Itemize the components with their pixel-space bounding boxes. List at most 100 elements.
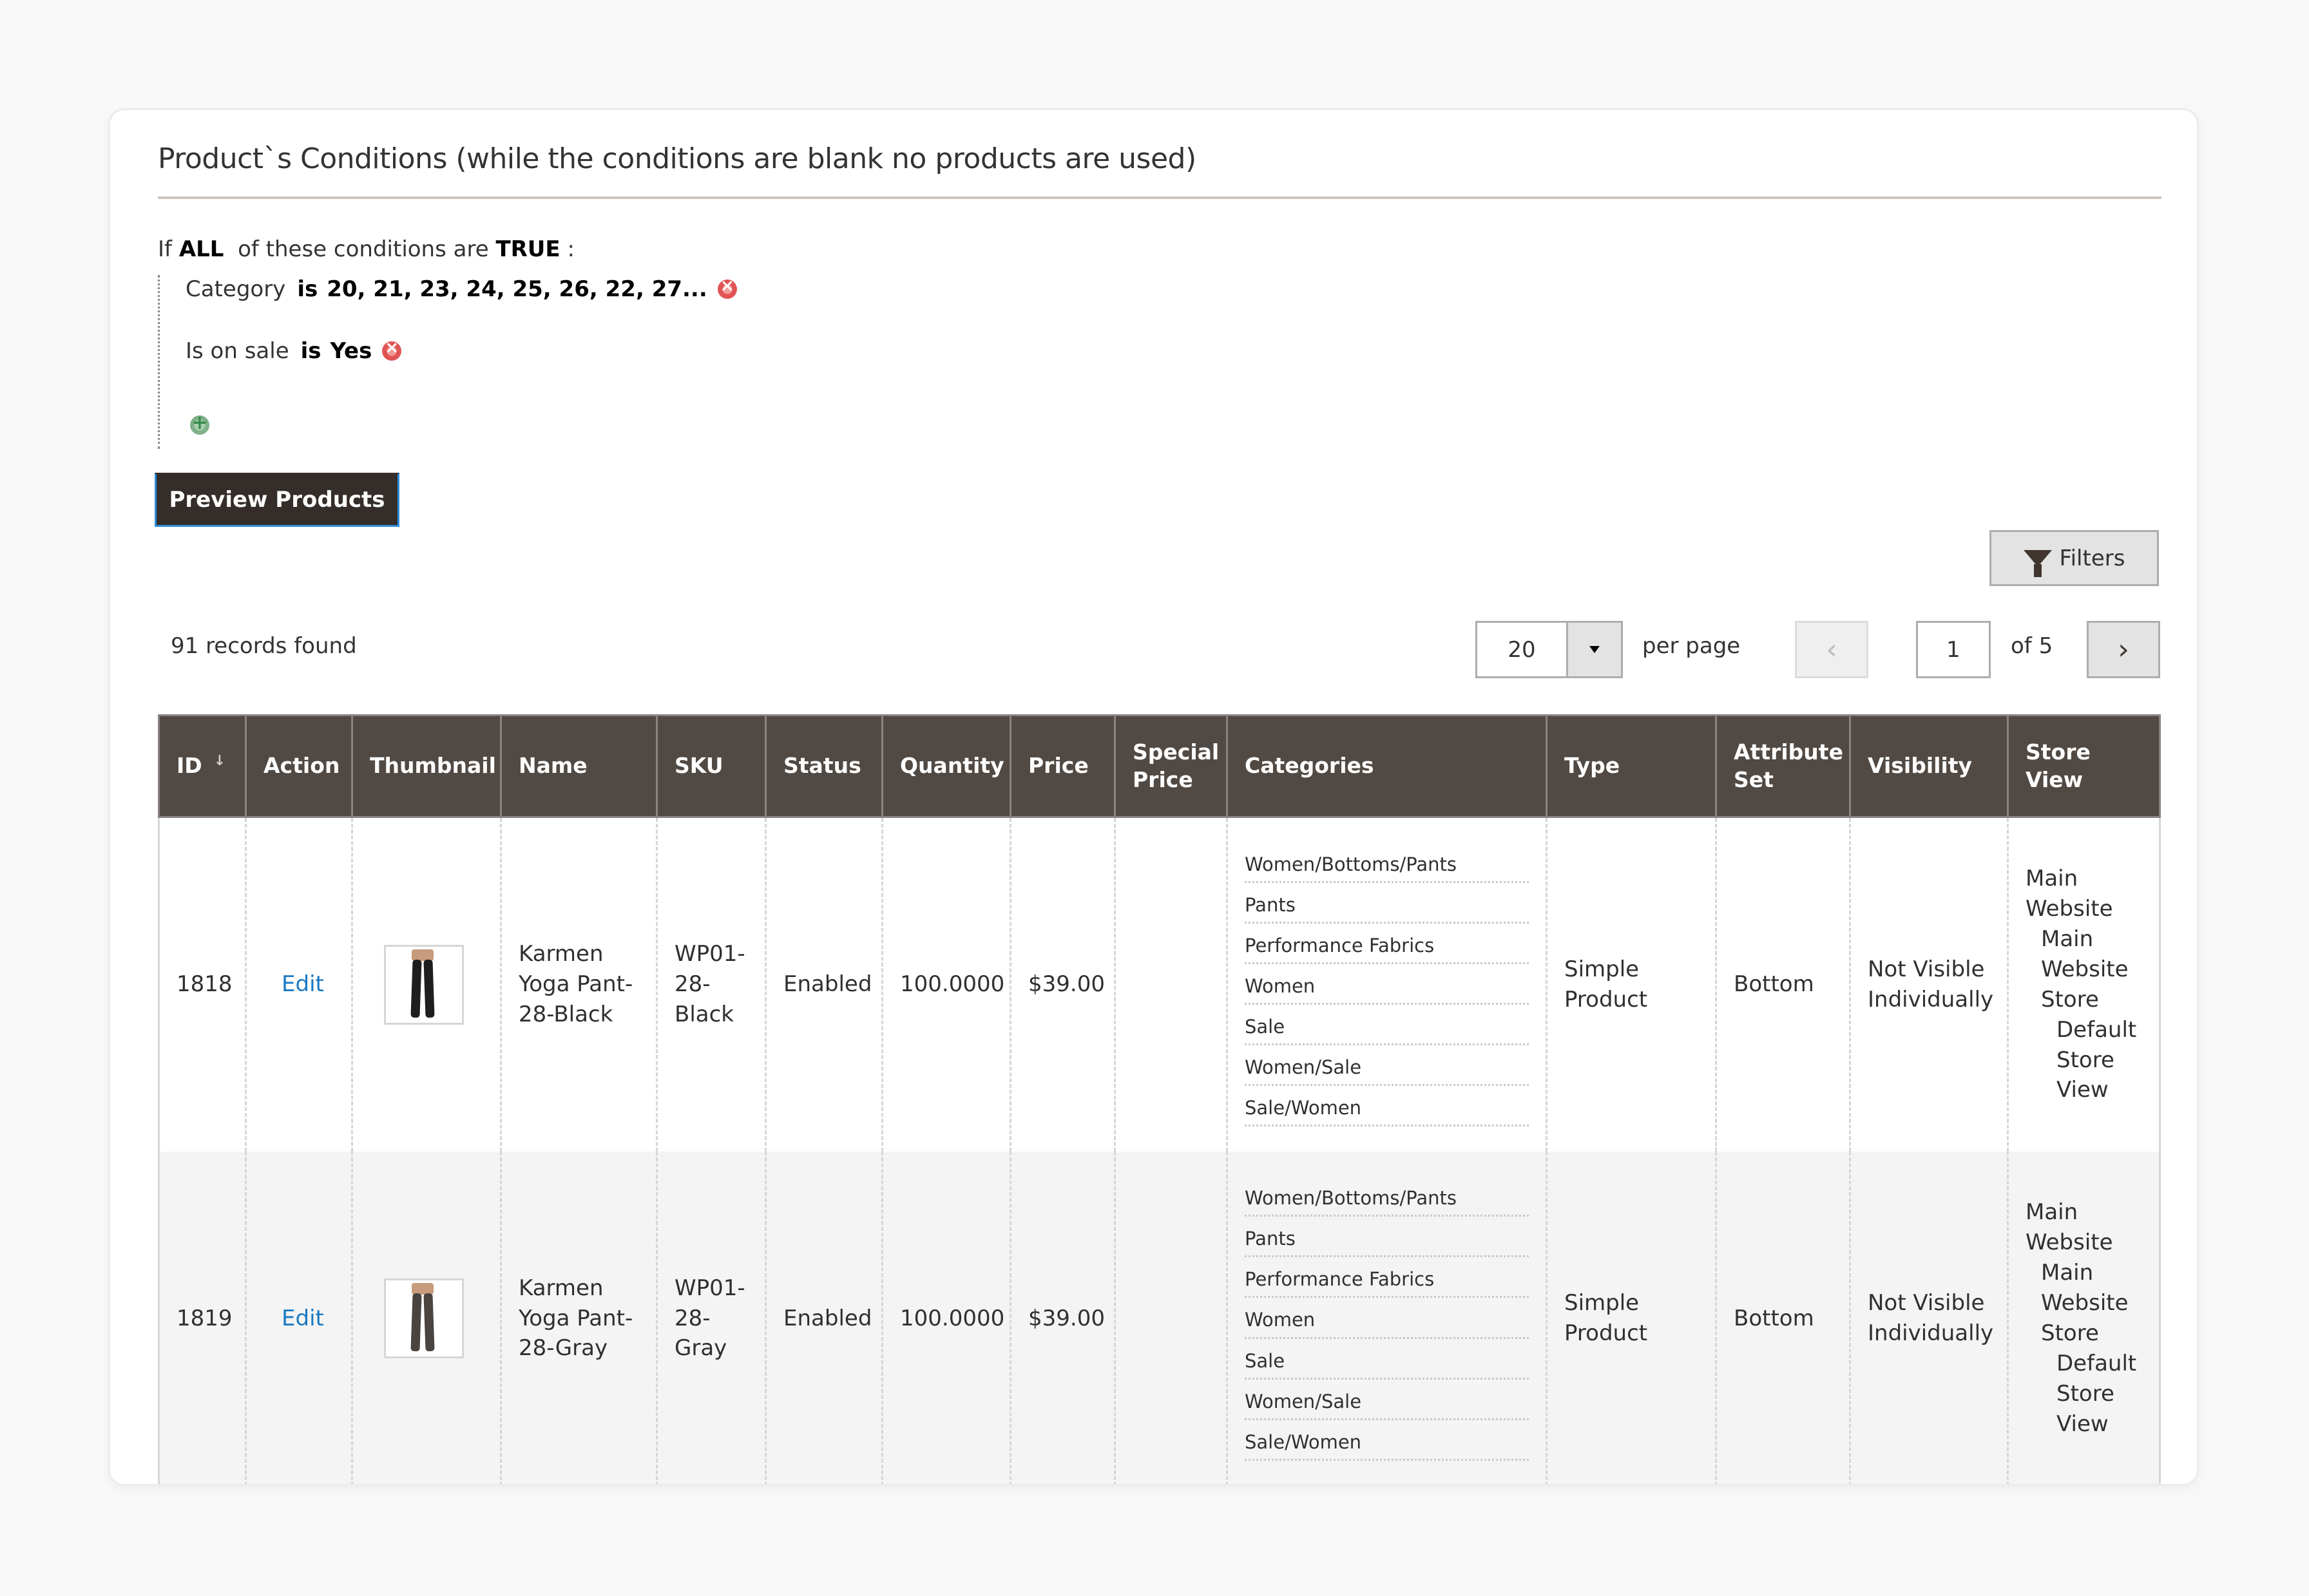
store-view-entry: Default Store View	[2056, 1350, 2137, 1437]
cell-id: 1818	[158, 817, 246, 1152]
rule-operator[interactable]: is	[301, 338, 321, 364]
title-divider	[158, 196, 2161, 199]
column-header-status[interactable]: Status	[765, 714, 883, 818]
cell-price: $39.00	[1010, 817, 1115, 1152]
column-header-price[interactable]: Price	[1010, 714, 1116, 818]
filters-label: Filters	[2059, 545, 2125, 571]
thumbnail-leg	[410, 1293, 422, 1352]
cell-quantity: 100.0000	[881, 1151, 1011, 1484]
products-grid: ID ↓ Action Thumbnail Name SKU Status Qua…	[158, 714, 2161, 1484]
cell-name: Karmen Yoga Pant-28-Gray	[500, 1151, 657, 1484]
category-item: Women/Bottoms/Pants	[1245, 1176, 1529, 1217]
aggregator-select[interactable]: ALL	[179, 236, 224, 262]
cell-categories: Women/Bottoms/Pants Pants Performance Fabr…	[1226, 1151, 1547, 1484]
condition-rule-on-sale: Is on sale is Yes	[186, 338, 402, 364]
conditions-panel: Product`s Conditions (while the conditio…	[110, 110, 2197, 1484]
column-header-id[interactable]: ID ↓	[158, 714, 247, 818]
table-row[interactable]: 1819 Edit Karmen Yoga Pant-28-Gray WP01-…	[158, 1151, 2161, 1484]
cell-name: Karmen Yoga Pant-28-Black	[500, 817, 657, 1152]
rule-value[interactable]: Yes	[331, 338, 372, 364]
column-header-special-price[interactable]: Special Price	[1114, 714, 1228, 818]
category-item: Women	[1245, 1298, 1529, 1339]
cell-type: Simple Product	[1546, 1151, 1716, 1484]
store-view-entry: Main Website Store	[2041, 926, 2129, 1012]
rule-attribute: Is on sale	[186, 338, 289, 364]
column-header-sku[interactable]: SKU	[656, 714, 767, 818]
rule-value[interactable]: 20, 21, 23, 24, 25, 26, 22, 27...	[327, 276, 707, 302]
category-item: Sale/Women	[1245, 1086, 1529, 1127]
product-thumbnail[interactable]	[384, 944, 464, 1025]
cell-quantity: 100.0000	[881, 817, 1011, 1152]
cell-thumbnail	[351, 817, 501, 1152]
value-select[interactable]: TRUE	[495, 236, 560, 262]
preview-products-button[interactable]: Preview Products	[155, 473, 399, 527]
store-view-entry: Default Store View	[2056, 1016, 2137, 1103]
filters-button[interactable]: Filters	[1989, 530, 2159, 586]
remove-circle-icon[interactable]	[717, 276, 737, 299]
cell-sku: WP01-28-Black	[656, 817, 766, 1152]
category-item: Sale/Women	[1245, 1420, 1529, 1461]
per-page-label: per page	[1642, 633, 1741, 659]
category-item: Women	[1245, 964, 1529, 1005]
column-header-type[interactable]: Type	[1546, 714, 1717, 818]
thumbnail-leg	[410, 959, 422, 1018]
column-header-visibility[interactable]: Visibility	[1849, 714, 2009, 818]
cell-status: Enabled	[765, 1151, 883, 1484]
cell-attribute-set: Bottom	[1715, 1151, 1850, 1484]
column-header-name[interactable]: Name	[500, 714, 658, 818]
cell-sku: WP01-28-Gray	[656, 1151, 766, 1484]
per-page-value[interactable]: 20	[1477, 623, 1566, 676]
cell-thumbnail	[351, 1151, 501, 1484]
cell-special-price	[1114, 1151, 1227, 1484]
product-thumbnail[interactable]	[384, 1278, 464, 1358]
cond-prefix: If	[158, 236, 172, 262]
cond-suffix: :	[567, 236, 575, 262]
thumbnail-leg	[423, 959, 435, 1018]
cell-action: Edit	[245, 1151, 352, 1484]
next-page-button[interactable]: ›	[2087, 621, 2160, 678]
chevron-right-icon: ›	[2118, 633, 2129, 666]
cell-categories: Women/Bottoms/Pants Pants Performance Fabr…	[1226, 817, 1547, 1152]
category-item: Women/Bottoms/Pants	[1245, 842, 1529, 884]
cond-middle: of these conditions are	[238, 236, 489, 262]
remove-circle-icon[interactable]	[382, 338, 402, 361]
conditions-aggregator-line: If ALL of these conditions are TRUE :	[158, 236, 575, 262]
per-page-select[interactable]: 20	[1475, 621, 1623, 678]
cell-visibility: Not Visible Individually	[1849, 1151, 2008, 1484]
grid-header-row: ID ↓ Action Thumbnail Name SKU Status Qua…	[158, 714, 2161, 818]
section-title: Product`s Conditions (while the conditio…	[158, 142, 1196, 175]
thumbnail-leg	[423, 1293, 435, 1352]
store-view-entry: Main Website	[2026, 1199, 2113, 1256]
category-item: Pants	[1245, 1217, 1529, 1258]
cell-special-price	[1114, 817, 1227, 1152]
store-view-entry: Main Website Store	[2041, 1260, 2129, 1346]
edit-link[interactable]: Edit	[263, 1306, 324, 1331]
column-header-quantity[interactable]: Quantity	[881, 714, 1011, 818]
cell-store-view: Main Website Main Website Store Default St…	[2007, 1151, 2161, 1484]
table-row[interactable]: 1818 Edit Karmen Yoga Pant-28-Black WP01…	[158, 817, 2161, 1152]
category-item: Women/Sale	[1245, 1045, 1529, 1087]
sort-arrow-icon: ↓	[213, 753, 226, 770]
funnel-icon	[2023, 549, 2052, 577]
cell-price: $39.00	[1010, 1151, 1115, 1484]
page-total: of 5	[2011, 633, 2053, 659]
category-item: Sale	[1245, 1339, 1529, 1380]
condition-rule-category: Category is 20, 21, 23, 24, 25, 26, 22, …	[186, 276, 737, 302]
category-item: Performance Fabrics	[1245, 1257, 1529, 1298]
rule-operator[interactable]: is	[297, 276, 318, 302]
conditions-tree-line	[158, 275, 160, 449]
column-header-thumbnail: Thumbnail	[351, 714, 502, 818]
column-header-store-view: Store View	[2007, 714, 2161, 818]
column-header-categories: Categories	[1226, 714, 1547, 818]
column-header-attribute-set[interactable]: Attribute Set	[1715, 714, 1851, 818]
current-page-input[interactable]: 1	[1916, 621, 1991, 678]
previous-page-button[interactable]: ‹	[1795, 621, 1868, 678]
records-found: 91 records found	[171, 633, 357, 659]
category-list: Women/Bottoms/Pants Pants Performance Fabr…	[1245, 842, 1529, 1127]
per-page-toggle[interactable]	[1566, 623, 1621, 676]
add-circle-icon[interactable]	[190, 412, 209, 435]
cell-type: Simple Product	[1546, 817, 1716, 1152]
category-item: Women/Sale	[1245, 1380, 1529, 1420]
column-header-action: Action	[245, 714, 353, 818]
edit-link[interactable]: Edit	[263, 971, 324, 997]
